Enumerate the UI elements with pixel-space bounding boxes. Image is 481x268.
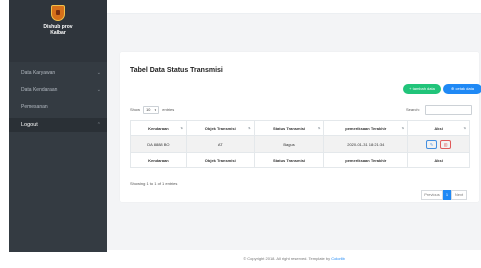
sidebar-item-label: Data Kendaraan (21, 87, 58, 93)
search-input[interactable] (425, 105, 472, 115)
column-footer: Status Transmisi (253, 152, 325, 168)
column-header-label: Objek Transmisi (204, 125, 236, 131)
topbar (107, 0, 481, 14)
table-cell: DA 8888 BO (130, 135, 187, 153)
column-header[interactable]: Aksi ⇅ (407, 120, 470, 136)
caret-down-icon: ▾ (154, 108, 157, 112)
entries-control: Show 10 ▾ entries (130, 106, 174, 114)
table-cell: 2020-01-31 18:21:34 (323, 135, 409, 153)
column-footer: Kendaraan (130, 152, 187, 168)
table-row: DA 8888 BO AT Bagus 2020-01-31 18:21:34 … (130, 135, 470, 153)
column-header-label: Aksi (434, 125, 443, 131)
brand-line-2: Kalbar (50, 30, 66, 36)
entries-select[interactable]: 10 ▾ (143, 106, 160, 114)
add-data-button[interactable]: + tambah data (403, 84, 441, 94)
search-label: Search: (406, 107, 420, 112)
sidebar: Dishub prov Kalbar Data Karyawan ⌄ Data … (9, 0, 107, 252)
column-header[interactable]: Kendaraan ⇅ (130, 120, 187, 136)
sidebar-item-label: Pemesanan (21, 104, 48, 110)
print-data-button[interactable]: ⊕ cetak data (443, 84, 481, 94)
sidebar-item-data-karyawan[interactable]: Data Karyawan ⌄ (9, 66, 107, 80)
logo-shield-icon (51, 5, 65, 21)
column-header-label: Kendaraan (148, 125, 169, 131)
sort-icon: ⇅ (317, 126, 321, 130)
column-header-label: pemeriksaan Terakhir (345, 125, 387, 131)
chevron-down-icon: ⌄ (96, 70, 101, 76)
data-table: Kendaraan ⇅ Objek Transmisi ⇅ Status Trans… (130, 120, 470, 168)
main-area: Tabel Data Status Transmisi + tambah dat… (107, 0, 481, 268)
sidebar-item-logout[interactable]: Logout ⌃ (9, 118, 107, 132)
sort-icon: ⇅ (248, 126, 251, 130)
column-header[interactable]: Status Transmisi ⇅ (253, 120, 325, 136)
entries-info: Showing 1 to 1 of 1 entries (130, 181, 178, 186)
column-footer: pemeriksaan Terakhir (323, 152, 409, 168)
sort-icon: ⇅ (180, 126, 183, 130)
footer-link[interactable]: Colorlib (331, 256, 345, 261)
content-area: Tabel Data Status Transmisi + tambah dat… (107, 14, 481, 250)
app-window: Dishub prov Kalbar Data Karyawan ⌄ Data … (0, 0, 481, 268)
sidebar-item-label: Data Karyawan (21, 70, 56, 76)
column-footer: Aksi (407, 152, 470, 168)
sort-icon: ⇅ (401, 126, 405, 130)
footer: © Copyright 2018. All right reserved. Te… (107, 250, 481, 268)
table-cell-actions: ✎ ▥ (407, 135, 470, 153)
column-header-label: Status Transmisi (273, 125, 306, 131)
page-1-button[interactable]: 1 (443, 190, 451, 200)
chevron-up-icon: ⌃ (96, 122, 101, 128)
table-cell: AT (185, 135, 255, 153)
sidebar-item-pemesanan[interactable]: Pemesanan (9, 100, 107, 114)
table-header-row: Kendaraan ⇅ Objek Transmisi ⇅ Status Trans… (130, 120, 470, 136)
column-footer: Objek Transmisi (185, 152, 255, 168)
next-page-button[interactable]: Next (451, 190, 467, 200)
sidebar-item-label: Logout (21, 122, 38, 128)
delete-trash-icon[interactable]: ▥ (440, 139, 452, 149)
table-cell: Bagus (253, 135, 325, 153)
sort-icon: ⇅ (463, 126, 466, 130)
entries-label: entries (162, 107, 175, 112)
entries-select-value: 10 (146, 108, 151, 112)
edit-pencil-icon[interactable]: ✎ (426, 139, 438, 149)
sidebar-brand: Dishub prov Kalbar (9, 0, 107, 62)
footer-text: © Copyright 2018. All right reserved. Te… (243, 256, 332, 261)
column-header[interactable]: Objek Transmisi ⇅ (185, 120, 255, 136)
card-title: Tabel Data Status Transmisi (130, 67, 223, 74)
sidebar-item-data-kendaraan[interactable]: Data Kendaraan ⌄ (9, 83, 107, 97)
chevron-down-icon: ⌄ (96, 87, 101, 93)
show-label: Show (130, 107, 141, 112)
previous-page-button[interactable]: Previous (421, 190, 443, 200)
data-card: Tabel Data Status Transmisi + tambah dat… (120, 52, 481, 202)
column-header[interactable]: pemeriksaan Terakhir ⇅ (323, 120, 409, 136)
table-footer-row: Kendaraan Objek Transmisi Status Transmi… (130, 152, 470, 168)
